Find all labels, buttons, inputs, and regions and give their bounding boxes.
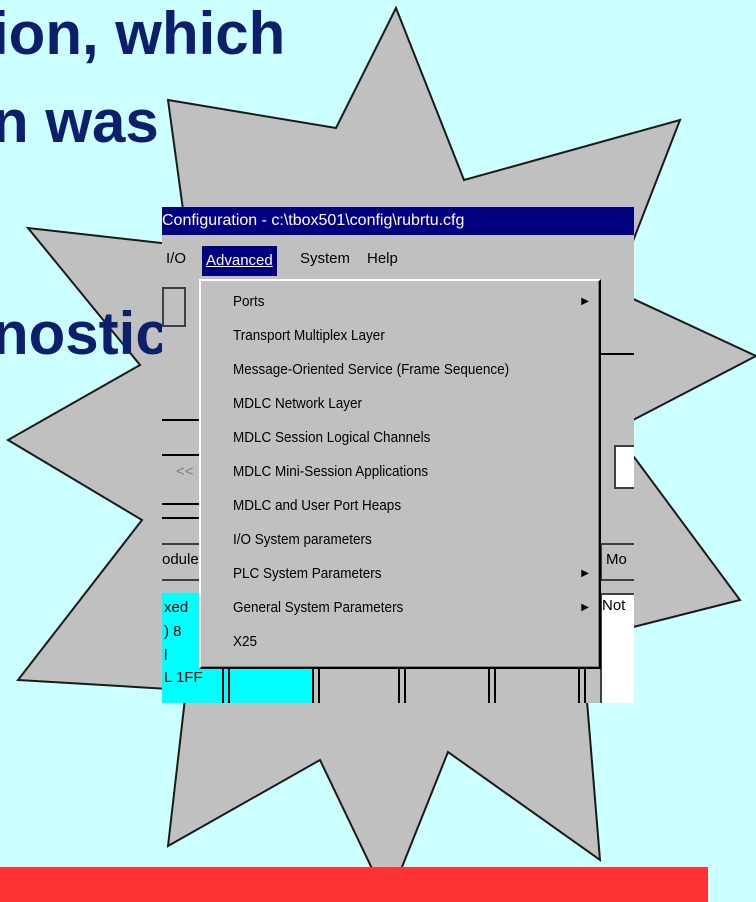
menu-item-plc-system[interactable]: PLC System Parameters bbox=[233, 559, 382, 589]
menu-advanced[interactable]: Advanced bbox=[202, 246, 277, 276]
menu-item-mdlc-network-label: MDLC Network Layer bbox=[233, 395, 363, 412]
accent-bar bbox=[0, 867, 708, 902]
field-box[interactable] bbox=[614, 445, 634, 489]
menu-item-mdlc-mini-label: MDLC Mini-Session Applications bbox=[233, 463, 429, 480]
notes-label: Not bbox=[602, 597, 626, 614]
window-title: Configuration - c:\tbox501\config\rubrtu… bbox=[162, 207, 634, 235]
divider bbox=[162, 517, 202, 519]
module-header[interactable]: odule bbox=[162, 543, 202, 581]
column-line bbox=[318, 667, 320, 703]
module-row-2: ) 8 bbox=[164, 623, 182, 640]
menu-item-general-system[interactable]: General System Parameters bbox=[233, 593, 403, 623]
submenu-arrow-icon: ▶ bbox=[581, 296, 589, 307]
back-button[interactable]: << bbox=[176, 463, 194, 480]
menu-item-ports[interactable]: Ports bbox=[233, 287, 265, 317]
menu-help[interactable]: Help bbox=[363, 244, 402, 274]
column-line bbox=[222, 667, 224, 703]
menu-item-mdlc-network[interactable]: MDLC Network Layer bbox=[233, 389, 362, 419]
submenu-arrow-icon: ▶ bbox=[581, 602, 589, 613]
menu-item-mdlc-session-label: MDLC Session Logical Channels bbox=[233, 429, 431, 446]
menu-item-message-label: Message-Oriented Service (Frame Sequence… bbox=[233, 361, 510, 378]
column-line bbox=[312, 667, 314, 703]
column-line bbox=[404, 667, 406, 703]
menu-io[interactable]: I/O bbox=[162, 244, 190, 274]
menu-item-x25[interactable]: X25 bbox=[233, 627, 257, 657]
menu-system[interactable]: System bbox=[296, 244, 354, 274]
column-line bbox=[398, 667, 400, 703]
menu-item-plc-label: PLC System Parameters bbox=[233, 565, 382, 582]
mod-header[interactable]: Mo bbox=[600, 543, 634, 581]
mod-header-label: Mo bbox=[606, 551, 627, 568]
menu-item-io-system[interactable]: I/O System parameters bbox=[233, 525, 372, 555]
menu-item-transport-label: Transport Multiplex Layer bbox=[233, 327, 385, 344]
module-row-4: L 1FF bbox=[164, 669, 203, 686]
menu-item-transport-multiplex[interactable]: Transport Multiplex Layer bbox=[233, 321, 385, 351]
module-header-label: odule bbox=[162, 551, 199, 568]
menu-item-port-heaps-label: MDLC and User Port Heaps bbox=[233, 497, 402, 514]
menu-item-mdlc-port-heaps[interactable]: MDLC and User Port Heaps bbox=[233, 491, 401, 521]
column-line bbox=[584, 667, 586, 703]
menu-item-mdlc-mini-session[interactable]: MDLC Mini-Session Applications bbox=[233, 457, 428, 487]
column-line bbox=[578, 667, 580, 703]
divider bbox=[162, 503, 202, 505]
menu-item-mdlc-session[interactable]: MDLC Session Logical Channels bbox=[233, 423, 430, 453]
submenu-arrow-icon: ▶ bbox=[581, 568, 589, 579]
menu-item-general-label: General System Parameters bbox=[233, 599, 404, 616]
advanced-dropdown-menu: Ports ▶ Transport Multiplex Layer Messag… bbox=[199, 279, 601, 669]
module-row-1: xed bbox=[164, 599, 189, 616]
divider bbox=[162, 454, 202, 456]
column-line bbox=[488, 667, 490, 703]
menu-item-x25-label: X25 bbox=[233, 633, 258, 650]
column-line bbox=[228, 667, 230, 703]
menu-advanced-label: Advanced bbox=[206, 252, 273, 269]
toolbar-button[interactable] bbox=[162, 287, 186, 327]
divider bbox=[162, 419, 202, 421]
menu-item-message-oriented[interactable]: Message-Oriented Service (Frame Sequence… bbox=[233, 355, 509, 385]
menu-item-ports-label: Ports bbox=[233, 293, 265, 310]
column-line bbox=[494, 667, 496, 703]
menu-item-io-system-label: I/O System parameters bbox=[233, 531, 372, 548]
menu-bar: I/O Advanced System Help bbox=[162, 244, 634, 278]
notes-panel: Not bbox=[600, 593, 634, 703]
module-row-3: l bbox=[164, 647, 168, 664]
